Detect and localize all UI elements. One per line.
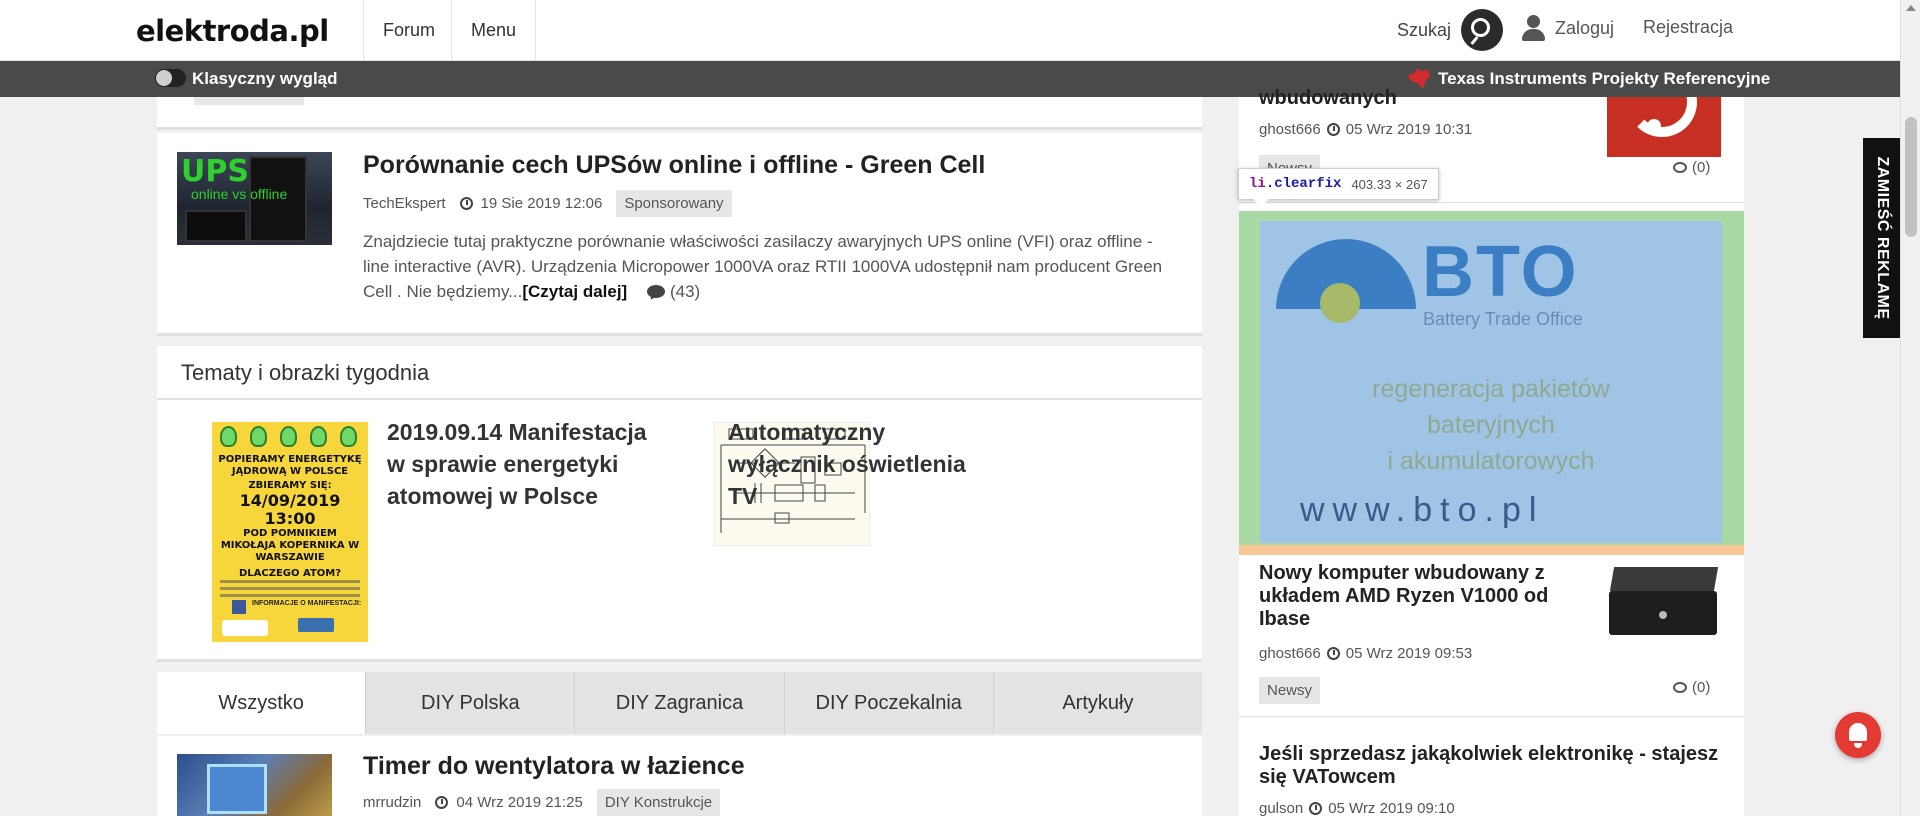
right-sidebar: wbudowanych ghost666 05 Wrz 2019 10:31 N… [1239,87,1744,816]
clock-icon [1309,802,1323,815]
clock-icon [459,197,473,210]
category-tag[interactable]: Sponsorowany [616,190,732,217]
previous-article-stub [157,97,1202,130]
devtools-inspect-tooltip: li.clearfix 403.33 × 267 [1238,168,1439,207]
login-label[interactable]: Zaloguj [1555,18,1614,39]
classic-view-toggle[interactable] [155,69,186,87]
page-scrollbar[interactable] [1900,0,1920,816]
news-title[interactable]: Jeśli sprzedasz jakąkolwiek elektronikę … [1259,743,1739,789]
news-title[interactable]: Nowy komputer wbudowany z układem AMD Ry… [1259,562,1579,631]
author-link[interactable]: gulson [1259,800,1303,816]
nav-menu[interactable]: Menu [451,0,537,61]
comment-count[interactable]: (0) [1673,159,1710,176]
bto-advertisement[interactable]: BTO Battery Trade Office regeneracja pak… [1239,211,1744,555]
ad-url: www.bto.pl [1300,491,1545,529]
category-tag[interactable]: DIY Konstrukcje [596,789,721,816]
user-icon [1521,14,1545,42]
article-thumbnail[interactable]: UPS online vs offline [177,152,332,245]
clock-icon [1326,647,1340,660]
news-meta: gulson 05 Wrz 2019 09:10 [1259,800,1455,816]
news-thumbnail[interactable] [1607,563,1721,639]
ti-link[interactable]: Texas Instruments Projekty Referencyjne [1406,67,1770,91]
lightbulb-icons [220,426,357,447]
tab-all[interactable]: Wszystko [157,672,366,734]
comment-icon [647,285,666,298]
sub-bar: Klasyczny wygląd Texas Instruments Proje… [0,61,1900,97]
texas-instruments-icon [1406,67,1432,91]
comment-icon [1673,162,1687,173]
notification-bell-button[interactable] [1835,712,1881,758]
article-meta: TechEkspert 19 Sie 2019 12:06 Sponsorowa… [363,190,732,217]
article-title[interactable]: Porównanie cech UPSów online i offline -… [363,151,985,180]
weekly-item-title[interactable]: 2019.09.14 Manifestacja w sprawie energe… [387,416,647,512]
clock-icon [1326,123,1340,136]
clock-icon [435,796,449,809]
scrollbar-thumb[interactable] [1905,117,1917,237]
comment-icon [1673,682,1687,693]
search-icon [1471,18,1491,37]
author-link[interactable]: mrrudzin [363,794,421,811]
article-card: Timer do wentylatora w łazience mrrudzin… [157,736,1202,816]
manifestation-poster[interactable]: POPIERAMY ENERGETYKĘ JĄDROWĄ W POLSCE ZB… [212,422,368,642]
news-meta: ghost666 05 Wrz 2019 09:53 [1259,645,1473,662]
facebook-icon [232,600,246,614]
article-title[interactable]: Timer do wentylatora w łazience [363,752,745,781]
section-title: Tematy i obrazki tygodnia [181,360,430,385]
search-label[interactable]: Szukaj [1397,20,1451,41]
search-button[interactable] [1461,9,1504,51]
author-link[interactable]: ghost666 [1259,645,1321,662]
news-thumbnail[interactable] [1607,97,1721,157]
author-link[interactable]: TechEkspert [363,195,446,212]
top-navbar: elektroda.pl Forum Menu Szukaj Zaloguj R… [0,0,1900,61]
tab-diy-poczekalnia[interactable]: DIY Poczekalnia [783,672,993,734]
read-more-link[interactable]: [Czytaj dalej] [522,282,627,301]
classic-view-label[interactable]: Klasyczny wygląd [192,69,338,89]
bto-logo: BTO [1422,232,1579,312]
search-area[interactable]: Szukaj [1397,8,1504,52]
register-link[interactable]: Rejestracja [1643,17,1733,38]
tab-diy-zagranica[interactable]: DIY Zagranica [574,672,784,734]
nav-forum[interactable]: Forum [363,0,454,61]
article-thumbnail[interactable] [177,754,332,816]
news-title[interactable]: wbudowanych [1259,87,1397,110]
article-date: 04 Wrz 2019 21:25 [456,794,583,811]
tab-articles[interactable]: Artykuły [992,672,1203,734]
news-meta: ghost666 05 Wrz 2019 10:31 [1259,121,1473,138]
author-link[interactable]: ghost666 [1259,121,1321,138]
weekly-item-title[interactable]: Automatyczny wyłącznik oświetlenia TV [728,416,998,512]
ti-label[interactable]: Texas Instruments Projekty Referencyjne [1438,69,1770,89]
weekly-section-header: Tematy i obrazki tygodnia [157,346,1202,401]
article-excerpt: Znajdziecie tutaj praktyczne porównanie … [363,232,1163,301]
site-logo[interactable]: elektroda.pl [136,14,329,48]
login-link[interactable]: Zaloguj [1521,14,1614,42]
article-date: 19 Sie 2019 12:06 [480,195,603,212]
comment-count[interactable]: (43) [670,282,700,301]
weekly-topics: POPIERAMY ENERGETYKĘ JĄDROWĄ W POLSCE ZB… [157,400,1202,662]
bell-icon [1849,723,1867,741]
scroll-up-arrow-icon[interactable] [1906,5,1916,11]
article-card: UPS online vs offline Porównanie cech UP… [157,133,1202,336]
category-tag[interactable]: Newsy [1259,677,1321,704]
place-ad-tab[interactable]: ZAMIEŚĆ REKLAMĘ [1863,138,1900,338]
category-tabs: Wszystko DIY Polska DIY Zagranica DIY Po… [157,672,1203,734]
tab-diy-polska[interactable]: DIY Polska [365,672,575,734]
comment-count[interactable]: (0) [1673,679,1710,696]
article-meta: mrrudzin 04 Wrz 2019 21:25 DIY Konstrukc… [363,789,721,816]
